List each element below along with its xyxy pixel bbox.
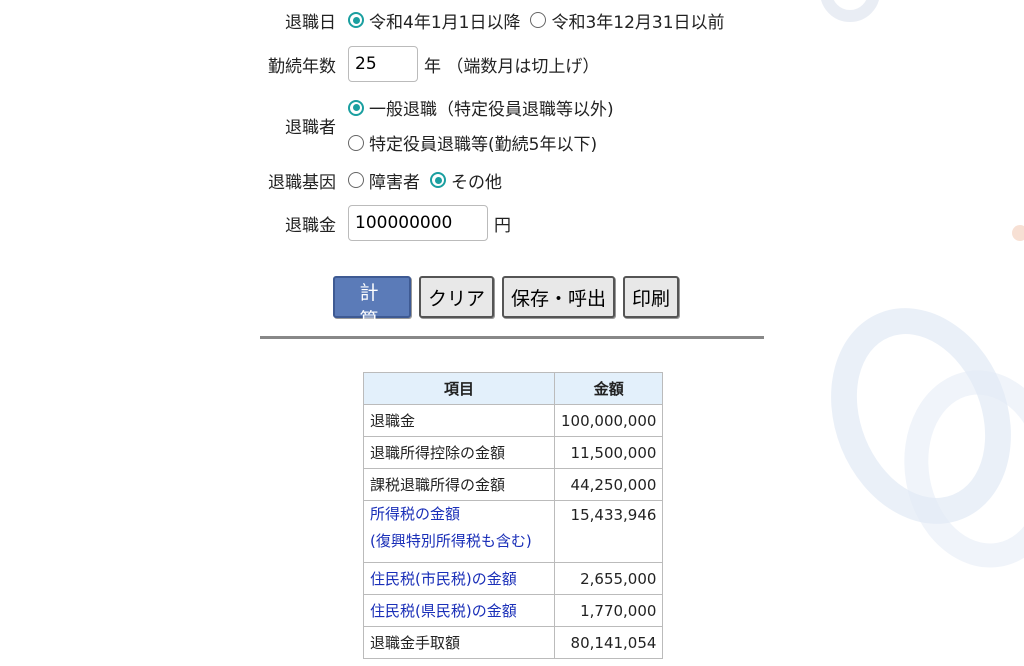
- retiree-row: 退職者 一般退職（特定役員退職等以外) 特定役員退職等(勤続5年以下): [250, 93, 624, 157]
- save-load-button[interactable]: 保存・呼出: [502, 276, 616, 318]
- result-table: 項目 金額 退職金 100,000,000 退職所得控除の金額 11,500,0…: [363, 372, 664, 659]
- row-item-link[interactable]: 住民税(市民税)の金額: [363, 562, 555, 595]
- retiree-options: 一般退職（特定役員退職等以外) 特定役員退職等(勤続5年以下): [348, 95, 624, 155]
- radio-button-checked[interactable]: [348, 99, 364, 116]
- background-decoration: [799, 280, 1024, 552]
- cause-option-other[interactable]: その他: [430, 168, 502, 193]
- retiree-option-label: 一般退職（特定役員退職等以外): [369, 100, 614, 120]
- table-header-row: 項目 金額: [363, 372, 664, 405]
- amount-input[interactable]: [348, 205, 488, 241]
- radio-button-checked[interactable]: [430, 172, 446, 188]
- table-row: 所得税の金額 (復興特別所得税も含む) 15,433,946: [363, 500, 664, 563]
- row-amount: 80,141,054: [553, 626, 664, 659]
- table-row: 住民税(市民税)の金額 2,655,000: [363, 562, 664, 595]
- divider: [260, 336, 764, 339]
- prefecture-tax-link[interactable]: 住民税(県民税)の金額: [370, 602, 517, 620]
- background-decoration: [889, 357, 1024, 581]
- row-item: 課税退職所得の金額: [363, 468, 555, 501]
- radio-button[interactable]: [348, 172, 364, 188]
- retirement-date-label: 退職日: [285, 12, 336, 33]
- income-tax-note-link[interactable]: (復興特別所得税も含む): [370, 532, 532, 550]
- radio-button[interactable]: [348, 134, 364, 151]
- retiree-option-general[interactable]: 一般退職（特定役員退職等以外): [348, 95, 614, 120]
- row-item: 退職金手取額: [363, 626, 555, 659]
- row-amount: 1,770,000: [553, 594, 664, 627]
- table-row: 住民税(県民税)の金額 1,770,000: [363, 594, 664, 627]
- years-input[interactable]: [348, 46, 418, 82]
- amount-unit: 円: [494, 215, 511, 236]
- radio-button[interactable]: [530, 12, 547, 28]
- row-amount: 11,500,000: [553, 436, 664, 469]
- row-item-link[interactable]: 住民税(県民税)の金額: [363, 594, 555, 627]
- row-item: 退職所得控除の金額: [363, 436, 555, 469]
- row-item-link[interactable]: 所得税の金額 (復興特別所得税も含む): [363, 500, 555, 563]
- row-item: 退職金: [363, 404, 555, 437]
- cause-row: 退職基因 障害者 その他: [250, 166, 512, 194]
- retirement-date-option-r4[interactable]: 令和4年1月1日以降: [348, 8, 520, 33]
- row-amount: 2,655,000: [553, 562, 664, 595]
- row-amount: 44,250,000: [553, 468, 664, 501]
- income-tax-link[interactable]: 所得税の金額: [370, 505, 460, 523]
- radio-button-checked[interactable]: [348, 12, 364, 28]
- cause-option-label: その他: [451, 172, 502, 193]
- years-unit: 年 （端数月は切上げ）: [424, 56, 600, 77]
- years-row: 勤続年数 年 （端数月は切上げ）: [250, 45, 599, 83]
- header-item: 項目: [363, 372, 555, 405]
- clear-button[interactable]: クリア: [419, 276, 495, 318]
- table-row: 退職金 100,000,000: [363, 404, 664, 437]
- city-tax-link[interactable]: 住民税(市民税)の金額: [370, 570, 517, 588]
- retiree-label: 退職者: [285, 117, 336, 138]
- action-buttons: 計 算 クリア 保存・呼出 印刷: [333, 276, 680, 331]
- row-amount: 15,433,946: [553, 500, 664, 563]
- cause-option-disability[interactable]: 障害者: [348, 168, 420, 193]
- header-amount: 金額: [553, 372, 664, 405]
- retirement-date-option-label: 令和4年1月1日以降: [369, 12, 521, 33]
- row-amount: 100,000,000: [553, 404, 664, 437]
- table-row: 退職所得控除の金額 11,500,000: [363, 436, 664, 469]
- background-decoration: [820, 0, 880, 22]
- table-row: 課税退職所得の金額 44,250,000: [363, 468, 664, 501]
- retirement-date-row: 退職日 令和4年1月1日以降 令和3年12月31日以前: [250, 6, 735, 34]
- amount-row: 退職金 円: [250, 204, 511, 242]
- background-decoration: [1012, 225, 1024, 241]
- cause-label: 退職基因: [268, 172, 336, 193]
- print-button[interactable]: 印刷: [623, 276, 680, 318]
- table-row: 退職金手取額 80,141,054: [363, 626, 664, 659]
- retirement-date-option-r3[interactable]: 令和3年12月31日以前: [530, 8, 725, 33]
- retiree-option-label: 特定役員退職等(勤続5年以下): [369, 135, 598, 155]
- calculate-button[interactable]: 計 算: [333, 276, 411, 331]
- years-label: 勤続年数: [268, 56, 336, 77]
- retiree-option-specific[interactable]: 特定役員退職等(勤続5年以下): [348, 130, 614, 155]
- retirement-date-option-label: 令和3年12月31日以前: [551, 12, 725, 33]
- cause-option-label: 障害者: [369, 172, 420, 193]
- amount-label: 退職金: [285, 215, 336, 236]
